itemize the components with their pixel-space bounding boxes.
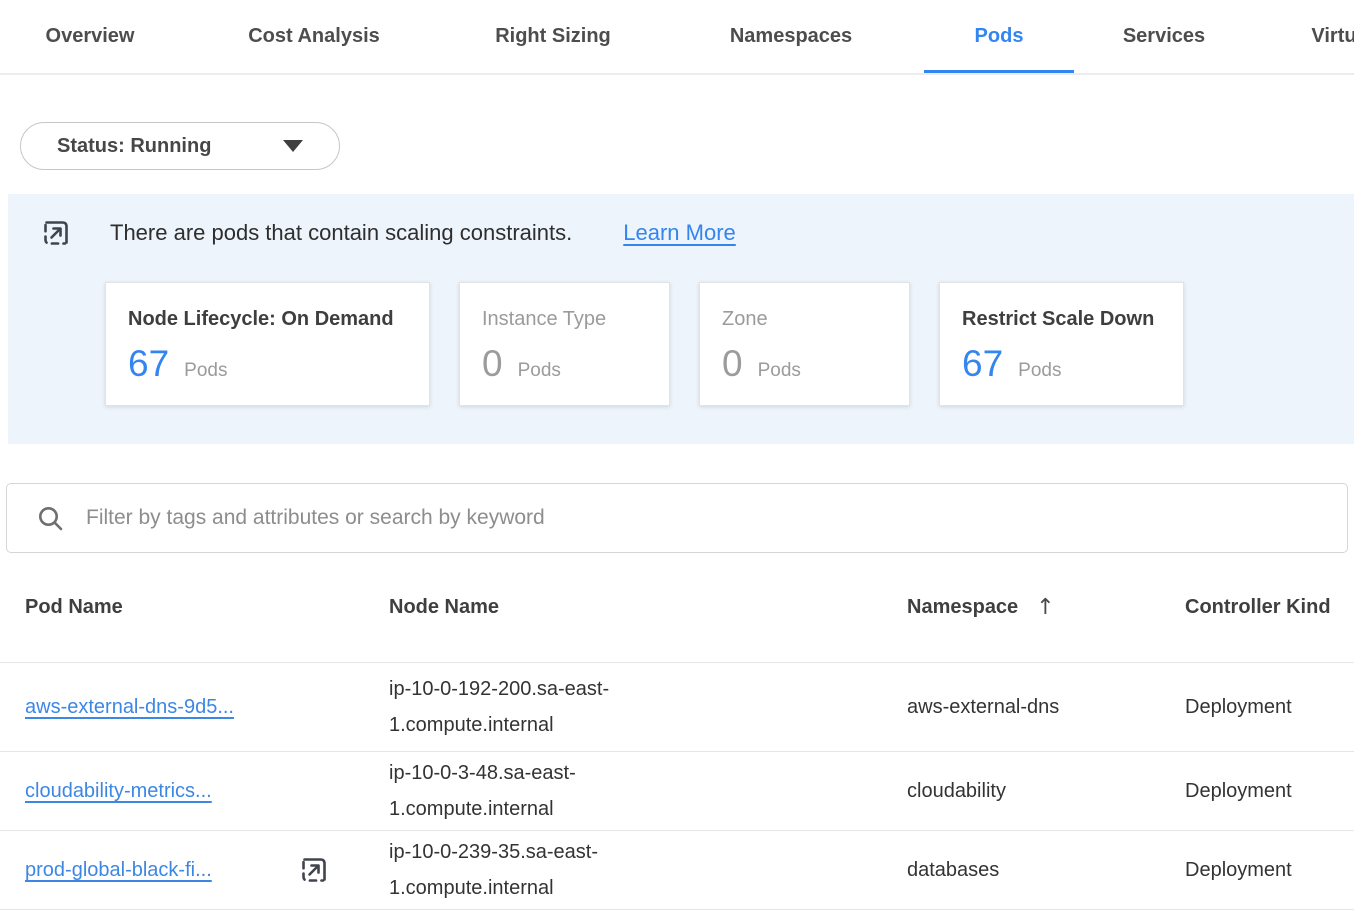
chevron-down-icon	[283, 140, 303, 152]
tab-label: Overview	[46, 25, 135, 48]
card-unit: Pods	[758, 360, 801, 382]
banner-message: There are pods that contain scaling cons…	[110, 220, 572, 246]
scaling-constraint-icon	[41, 218, 71, 248]
controller-kind: Deployment	[1185, 689, 1354, 725]
card-title: Node Lifecycle: On Demand	[128, 308, 407, 331]
card-value: 0	[722, 343, 743, 385]
tab-namespaces[interactable]: Namespaces	[658, 0, 924, 73]
pods-table: Pod Name Node Name Namespace ↑ Controlle…	[0, 553, 1354, 910]
filter-row: Status: Running	[0, 75, 1354, 170]
tab-label: Virtu	[1311, 25, 1354, 48]
sort-asc-icon: ↑	[1036, 595, 1054, 620]
card-title: Restrict Scale Down	[962, 308, 1161, 331]
learn-more-link[interactable]: Learn More	[623, 220, 736, 246]
constraint-cards: Node Lifecycle: On Demand 67 Pods Instan…	[105, 282, 1354, 406]
card-instance-type[interactable]: Instance Type 0 Pods	[459, 282, 670, 406]
tab-services[interactable]: Services	[1074, 0, 1254, 73]
tab-pods[interactable]: Pods	[924, 0, 1074, 73]
tab-label: Namespaces	[730, 25, 852, 48]
card-zone[interactable]: Zone 0 Pods	[699, 282, 910, 406]
controller-kind: Deployment	[1185, 773, 1354, 809]
filter-search-bar	[6, 483, 1348, 553]
controller-kind: Deployment	[1185, 852, 1354, 888]
tab-overview[interactable]: Overview	[0, 0, 180, 73]
pod-name-link[interactable]: aws-external-dns-9d5...	[25, 689, 234, 725]
tab-virtual[interactable]: Virtu	[1254, 0, 1354, 73]
card-unit: Pods	[184, 360, 227, 382]
tab-bar: Overview Cost Analysis Right Sizing Name…	[0, 0, 1354, 75]
table-row: prod-global-black-fi... ip-10-0-239-35.s…	[0, 831, 1354, 910]
status-filter-dropdown[interactable]: Status: Running	[20, 122, 340, 170]
card-title: Zone	[722, 308, 887, 331]
tab-cost-analysis[interactable]: Cost Analysis	[180, 0, 448, 73]
table-row: aws-external-dns-9d5... ip-10-0-192-200.…	[0, 663, 1354, 752]
status-filter-label: Status: Running	[57, 135, 211, 158]
pod-name-link[interactable]: cloudability-metrics...	[25, 773, 212, 809]
card-restrict-scale-down[interactable]: Restrict Scale Down 67 Pods	[939, 282, 1184, 406]
card-unit: Pods	[518, 360, 561, 382]
namespace: databases	[907, 852, 999, 888]
tab-label: Right Sizing	[495, 25, 611, 48]
card-value: 0	[482, 343, 503, 385]
column-header-namespace[interactable]: Namespace ↑	[907, 595, 1185, 620]
column-header-label: Namespace	[907, 596, 1018, 619]
node-name: ip-10-0-3-48.sa-east-1.compute.internal	[389, 755, 654, 827]
search-input[interactable]	[86, 484, 1347, 552]
card-unit: Pods	[1018, 360, 1061, 382]
pod-name-link[interactable]: prod-global-black-fi...	[25, 852, 212, 888]
table-header-row: Pod Name Node Name Namespace ↑ Controlle…	[0, 553, 1354, 663]
tab-label: Pods	[975, 25, 1024, 48]
tab-label: Services	[1123, 25, 1205, 48]
card-node-lifecycle[interactable]: Node Lifecycle: On Demand 67 Pods	[105, 282, 430, 406]
column-header-controller-kind[interactable]: Controller Kind	[1185, 596, 1354, 619]
tab-right-sizing[interactable]: Right Sizing	[448, 0, 658, 73]
tab-label: Cost Analysis	[248, 25, 380, 48]
column-header-node-name[interactable]: Node Name	[389, 596, 907, 619]
search-icon	[37, 505, 64, 532]
card-value: 67	[128, 343, 169, 385]
node-name: ip-10-0-239-35.sa-east-1.compute.interna…	[389, 834, 654, 906]
scaling-constraint-icon	[299, 855, 329, 885]
namespace: cloudability	[907, 773, 1006, 809]
table-row: cloudability-metrics... ip-10-0-3-48.sa-…	[0, 752, 1354, 831]
namespace: aws-external-dns	[907, 689, 1059, 725]
column-header-pod-name[interactable]: Pod Name	[25, 596, 389, 619]
node-name: ip-10-0-192-200.sa-east-1.compute.intern…	[389, 671, 654, 743]
card-title: Instance Type	[482, 308, 647, 331]
scaling-constraints-banner: There are pods that contain scaling cons…	[8, 194, 1354, 444]
card-value: 67	[962, 343, 1003, 385]
